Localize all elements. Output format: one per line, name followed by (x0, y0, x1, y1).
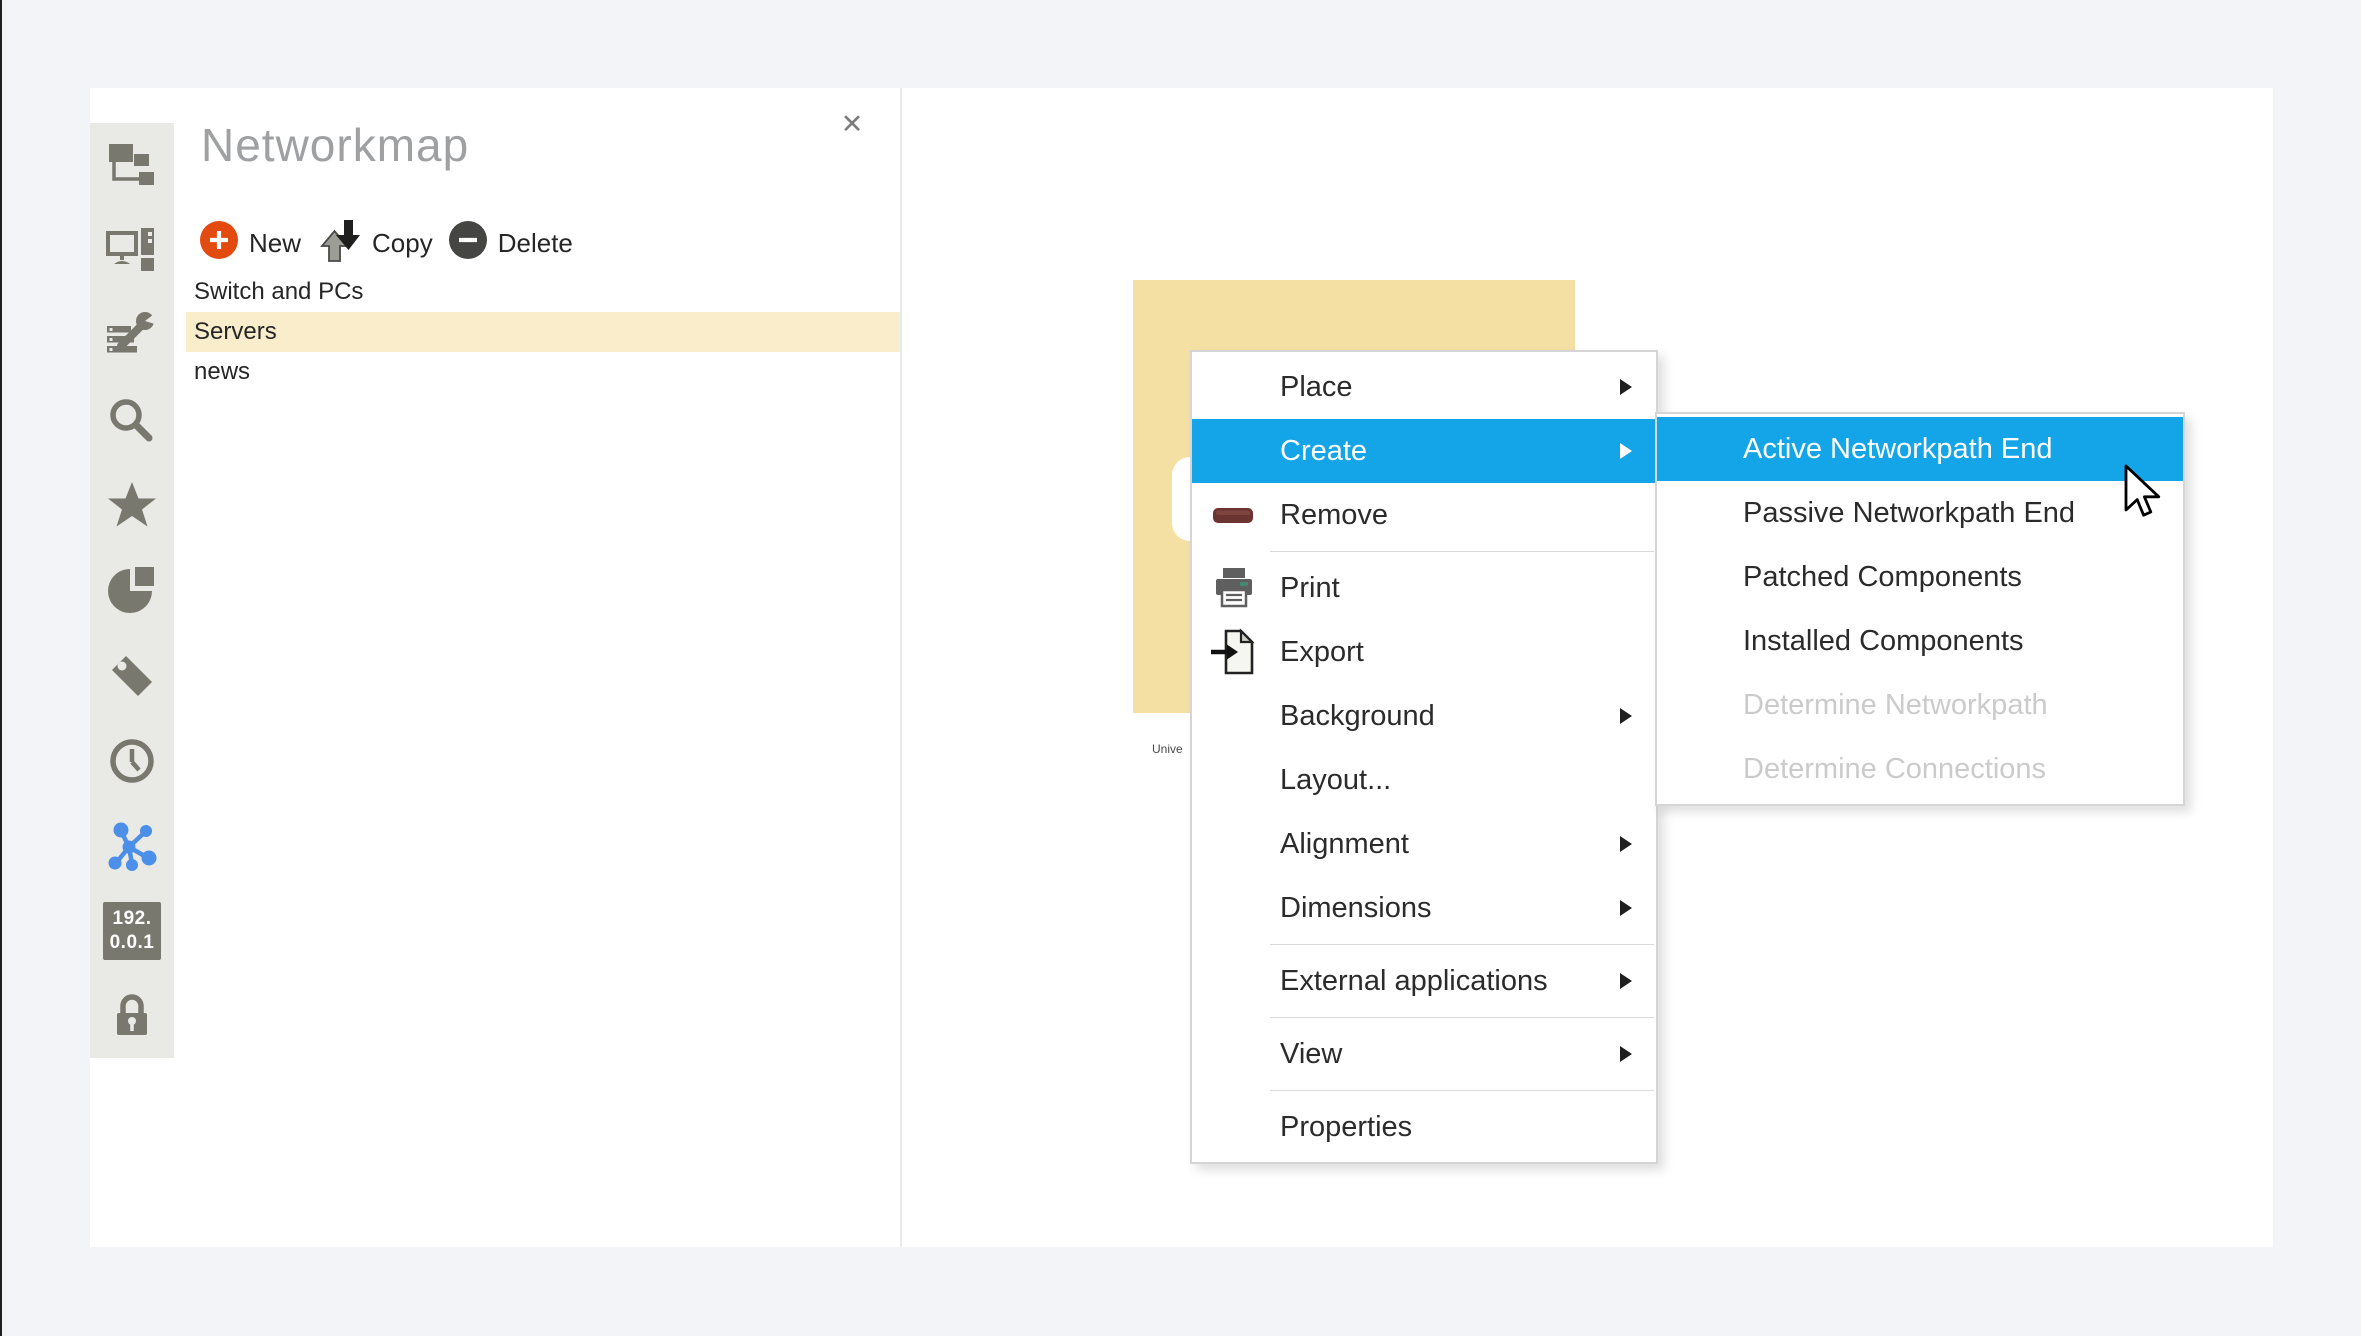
submenu-item-patched-components[interactable]: Patched Components (1657, 545, 2183, 609)
toolbar: New Copy Delete (200, 222, 573, 264)
create-submenu: Active Networkpath End Passive Networkpa… (1655, 412, 2185, 806)
sidebar-item-search[interactable] (90, 378, 174, 463)
submenu-arrow-icon (1620, 443, 1632, 459)
menu-item-label: Create (1280, 435, 1367, 468)
close-button[interactable]: ✕ (834, 106, 870, 142)
submenu-item-installed-components[interactable]: Installed Components (1657, 609, 2183, 673)
sidebar-item-topology[interactable] (90, 803, 174, 888)
panel-canvas-divider (900, 88, 902, 1247)
pie-chart-icon (105, 564, 159, 618)
submenu-arrow-icon (1620, 900, 1632, 916)
mouse-cursor (2122, 464, 2162, 525)
star-icon (105, 479, 159, 533)
page-title: Networkmap (201, 118, 469, 172)
menu-item-export[interactable]: Export (1192, 620, 1656, 684)
menu-item-label: Determine Networkpath (1743, 689, 2048, 722)
menu-item-label: Alignment (1280, 828, 1409, 861)
menu-item-print[interactable]: Print (1192, 556, 1656, 620)
menu-item-label: Properties (1280, 1111, 1412, 1144)
menu-item-label: Active Networkpath End (1743, 433, 2052, 466)
sidebar: 192. 0.0.1 (90, 123, 174, 1058)
network-map-icon (105, 139, 159, 193)
menu-item-label: Place (1280, 371, 1353, 404)
tools-icon (105, 309, 159, 363)
menu-item-external-applications[interactable]: External applications (1192, 949, 1656, 1013)
clock-icon (105, 734, 159, 788)
copy-button[interactable]: Copy (317, 218, 433, 269)
new-button[interactable]: New (200, 221, 301, 266)
menu-item-label: Dimensions (1280, 892, 1432, 925)
menu-separator (1270, 1017, 1654, 1018)
new-button-label: New (249, 228, 301, 259)
menu-item-remove[interactable]: Remove (1192, 483, 1656, 547)
menu-item-label: Export (1280, 636, 1364, 669)
submenu-item-active-networkpath-end[interactable]: Active Networkpath End (1657, 417, 2183, 481)
context-menu: Place Create Remove (1190, 350, 1658, 1164)
menu-item-create[interactable]: Create (1192, 419, 1656, 483)
menu-separator (1270, 1090, 1654, 1091)
menu-item-label: Layout... (1280, 764, 1391, 797)
list-item[interactable]: Switch and PCs (186, 272, 900, 312)
window-left-border (0, 0, 2, 1336)
sidebar-item-favorites[interactable] (90, 463, 174, 548)
submenu-arrow-icon (1620, 1046, 1632, 1062)
list-item[interactable]: news (186, 352, 900, 392)
workstation-icon (105, 224, 159, 278)
sidebar-item-tags[interactable] (90, 633, 174, 718)
menu-item-label: Passive Networkpath End (1743, 497, 2075, 530)
menu-item-label: External applications (1280, 965, 1548, 998)
ip-line2: 0.0.1 (103, 931, 161, 954)
submenu-item-determine-connections: Determine Connections (1657, 737, 2183, 801)
menu-item-label: Patched Components (1743, 561, 2022, 594)
menu-item-label: Print (1280, 572, 1340, 605)
lock-icon (105, 989, 159, 1043)
menu-item-alignment[interactable]: Alignment (1192, 812, 1656, 876)
ip-address-icon: 192. 0.0.1 (103, 902, 161, 960)
sidebar-item-security[interactable] (90, 973, 174, 1058)
menu-item-properties[interactable]: Properties (1192, 1095, 1656, 1159)
printer-icon (1206, 564, 1262, 612)
menu-item-dimensions[interactable]: Dimensions (1192, 876, 1656, 940)
menu-separator (1270, 551, 1654, 552)
submenu-arrow-icon (1620, 708, 1632, 724)
menu-item-label: Determine Connections (1743, 753, 2046, 786)
delete-button[interactable]: Delete (449, 221, 573, 266)
menu-item-view[interactable]: View (1192, 1022, 1656, 1086)
sidebar-item-tools[interactable] (90, 293, 174, 378)
sidebar-item-workstation[interactable] (90, 208, 174, 293)
delete-button-label: Delete (498, 228, 573, 259)
topology-molecule-icon (105, 819, 159, 873)
ip-line1: 192. (103, 907, 161, 930)
map-node-label: Unive (1152, 742, 1183, 756)
copy-arrows-icon (317, 218, 361, 269)
networkmap-list: Switch and PCs Servers news (186, 272, 900, 392)
menu-item-layout[interactable]: Layout... (1192, 748, 1656, 812)
menu-item-label: Remove (1280, 499, 1388, 532)
remove-icon (1206, 491, 1262, 539)
submenu-arrow-icon (1620, 379, 1632, 395)
add-circle-icon (200, 221, 238, 266)
submenu-arrow-icon (1620, 836, 1632, 852)
menu-item-place[interactable]: Place (1192, 355, 1656, 419)
menu-item-background[interactable]: Background (1192, 684, 1656, 748)
list-item-selected[interactable]: Servers (186, 312, 900, 352)
submenu-item-passive-networkpath-end[interactable]: Passive Networkpath End (1657, 481, 2183, 545)
submenu-item-determine-networkpath: Determine Networkpath (1657, 673, 2183, 737)
menu-item-label: Installed Components (1743, 625, 2024, 658)
copy-button-label: Copy (372, 228, 433, 259)
remove-circle-icon (449, 221, 487, 266)
menu-item-label: View (1280, 1038, 1342, 1071)
menu-separator (1270, 944, 1654, 945)
submenu-arrow-icon (1620, 973, 1632, 989)
export-document-icon (1206, 628, 1262, 676)
search-icon (105, 394, 159, 448)
app-window: 192. 0.0.1 Networkmap ✕ (0, 0, 2361, 1336)
sidebar-item-reports[interactable] (90, 548, 174, 633)
sidebar-item-ip-address[interactable]: 192. 0.0.1 (90, 888, 174, 973)
sidebar-item-network-map[interactable] (90, 123, 174, 208)
sidebar-item-history[interactable] (90, 718, 174, 803)
tag-icon (105, 649, 159, 703)
menu-item-label: Background (1280, 700, 1435, 733)
